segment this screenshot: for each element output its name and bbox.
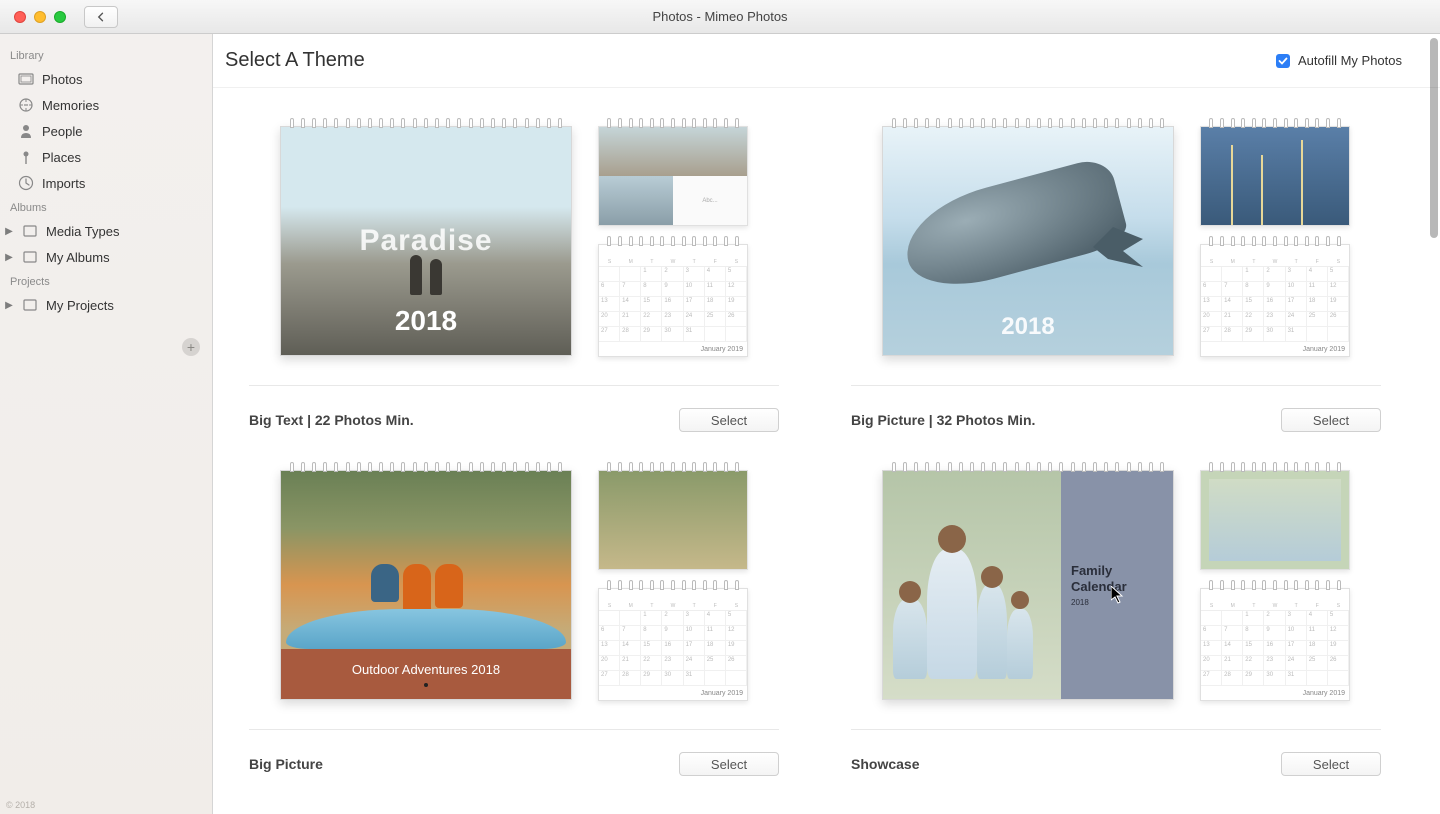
sidebar-item-label: People — [42, 124, 82, 139]
sidebar-item-label: My Albums — [46, 250, 110, 265]
traffic-lights — [0, 11, 66, 23]
sidebar-item-label: Photos — [42, 72, 82, 87]
spiral-binding-icon — [1200, 118, 1350, 128]
disclosure-triangle-icon[interactable]: ▶ — [4, 226, 14, 237]
album-icon — [22, 223, 38, 239]
copyright-text: © 2018 — [6, 800, 35, 810]
sidebar-item-my-albums[interactable]: ▶ My Albums — [0, 244, 212, 270]
project-icon — [22, 297, 38, 313]
select-theme-button[interactable]: Select — [1281, 408, 1381, 432]
theme-month-preview[interactable]: SMTWTFS 12345678910111213141516171819202… — [1200, 118, 1350, 357]
window-title: Photos - Mimeo Photos — [0, 9, 1440, 24]
memories-icon — [18, 97, 34, 113]
spiral-binding-icon — [280, 118, 572, 128]
window-titlebar: Photos - Mimeo Photos — [0, 0, 1440, 34]
preview-month-label: January 2019 — [1303, 690, 1345, 697]
theme-title: Showcase — [851, 756, 919, 772]
theme-card-big-picture: Outdoor Adventures 2018 SMTWTF — [249, 462, 779, 776]
maximize-window-button[interactable] — [54, 11, 66, 23]
cover-year-text: 2018 — [1001, 313, 1054, 341]
sidebar-item-photos[interactable]: Photos — [0, 66, 212, 92]
theme-cover-preview[interactable]: Outdoor Adventures 2018 — [280, 462, 572, 700]
cover-side-label: Family — [1071, 563, 1173, 579]
theme-title: Big Picture — [249, 756, 323, 772]
spiral-binding-icon — [882, 462, 1174, 472]
sidebar-item-label: Media Types — [46, 224, 119, 239]
sidebar-item-label: My Projects — [46, 298, 114, 313]
sidebar: Library Photos Memories People Places Im… — [0, 34, 213, 814]
theme-cover-preview[interactable]: Family Calendar 2018 — [882, 462, 1174, 700]
people-icon — [18, 123, 34, 139]
sidebar-item-memories[interactable]: Memories — [0, 92, 212, 118]
page-title: Select A Theme — [225, 49, 365, 72]
disclosure-triangle-icon[interactable]: ▶ — [4, 252, 14, 263]
close-window-button[interactable] — [14, 11, 26, 23]
preview-month-label: January 2019 — [701, 690, 743, 697]
cover-year-text: 2018 — [395, 305, 457, 337]
theme-cover-preview[interactable]: Paradise 2018 — [280, 118, 572, 356]
spiral-binding-icon — [1200, 462, 1350, 472]
photos-icon — [18, 71, 34, 87]
back-button[interactable] — [84, 6, 118, 28]
theme-cover-preview[interactable]: 2018 — [882, 118, 1174, 356]
spiral-binding-icon — [1200, 236, 1350, 246]
theme-month-preview[interactable]: Abc... SMTWTFS 1234567891011121314151617… — [598, 118, 748, 357]
themes-scroll-area[interactable]: Paradise 2018 Abc... SMTWTFS — [213, 88, 1440, 814]
theme-card-big-picture-32: 2018 SMTWTFS 123456789101112131415161718… — [851, 118, 1381, 432]
autofill-checkbox[interactable]: Autofill My Photos — [1276, 53, 1402, 68]
sidebar-item-imports[interactable]: Imports — [0, 170, 212, 196]
places-icon — [18, 149, 34, 165]
spiral-binding-icon — [882, 118, 1174, 128]
checkbox-checked-icon — [1276, 54, 1290, 68]
spiral-binding-icon — [598, 118, 748, 128]
theme-card-big-text: Paradise 2018 Abc... SMTWTFS — [249, 118, 779, 432]
preview-month-label: January 2019 — [1303, 346, 1345, 353]
disclosure-triangle-icon[interactable]: ▶ — [4, 300, 14, 311]
autofill-label: Autofill My Photos — [1298, 53, 1402, 68]
sidebar-item-my-projects[interactable]: ▶ My Projects — [0, 292, 212, 318]
chevron-left-icon — [95, 11, 107, 23]
sidebar-item-people[interactable]: People — [0, 118, 212, 144]
preview-month-label: January 2019 — [701, 346, 743, 353]
sidebar-item-media-types[interactable]: ▶ Media Types — [0, 218, 212, 244]
imports-icon — [18, 175, 34, 191]
sidebar-section-projects: Projects — [0, 270, 212, 292]
main-content: Select A Theme Autofill My Photos Paradi… — [213, 34, 1440, 814]
sidebar-item-places[interactable]: Places — [0, 144, 212, 170]
sidebar-item-label: Imports — [42, 176, 85, 191]
spiral-binding-icon — [598, 236, 748, 246]
theme-title: Big Picture | 32 Photos Min. — [851, 412, 1035, 428]
add-project-button[interactable]: + — [182, 338, 200, 356]
cover-side-label: Calendar — [1071, 579, 1173, 595]
sidebar-section-albums: Albums — [0, 196, 212, 218]
cover-side-year: 2018 — [1071, 598, 1173, 607]
select-theme-button[interactable]: Select — [1281, 752, 1381, 776]
spiral-binding-icon — [1200, 580, 1350, 590]
sidebar-item-label: Places — [42, 150, 81, 165]
spiral-binding-icon — [598, 462, 748, 472]
spiral-binding-icon — [280, 462, 572, 472]
album-icon — [22, 249, 38, 265]
sidebar-section-library: Library — [0, 44, 212, 66]
select-theme-button[interactable]: Select — [679, 408, 779, 432]
vertical-scrollbar[interactable] — [1430, 38, 1438, 238]
theme-title: Big Text | 22 Photos Min. — [249, 412, 414, 428]
sidebar-item-label: Memories — [42, 98, 99, 113]
spiral-binding-icon — [598, 580, 748, 590]
minimize-window-button[interactable] — [34, 11, 46, 23]
cover-caption-text: Outdoor Adventures 2018 — [352, 662, 500, 677]
theme-month-preview[interactable]: SMTWTFS 12345678910111213141516171819202… — [1200, 462, 1350, 701]
select-theme-button[interactable]: Select — [679, 752, 779, 776]
theme-card-showcase: Family Calendar 2018 — [851, 462, 1381, 776]
theme-month-preview[interactable]: SMTWTFS 12345678910111213141516171819202… — [598, 462, 748, 701]
content-header: Select A Theme Autofill My Photos — [213, 34, 1440, 88]
